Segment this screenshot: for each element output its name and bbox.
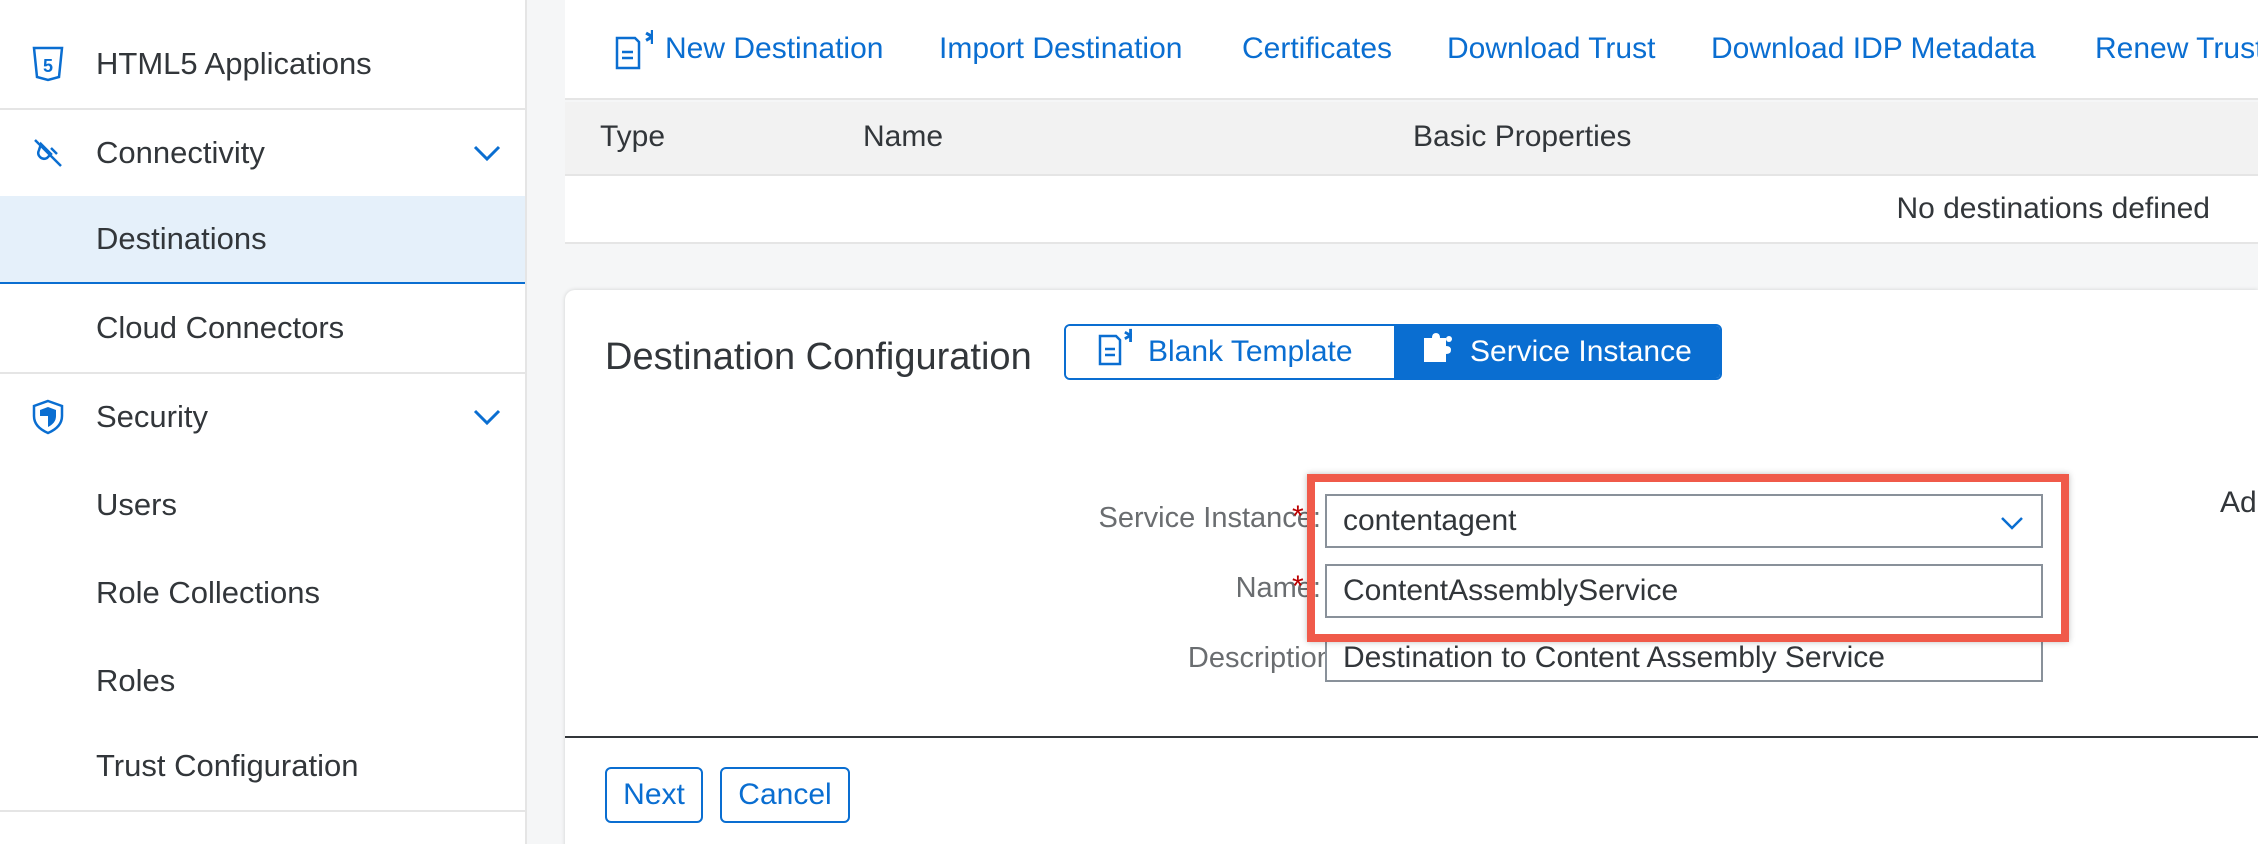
svg-text:✱: ✱ bbox=[644, 30, 653, 49]
sidebar-item-label: Users bbox=[96, 487, 177, 522]
panel-title: Destination Configuration bbox=[605, 336, 1032, 378]
svg-text:✱: ✱ bbox=[1123, 328, 1132, 347]
description-label: Description: bbox=[1187, 642, 1341, 674]
sidebar-item-label: Cloud Connectors bbox=[96, 310, 345, 345]
certificates-link[interactable]: Certificates bbox=[1242, 32, 1392, 66]
sidebar-item-security[interactable]: Security bbox=[0, 372, 525, 460]
column-header-basic-properties[interactable]: Basic Properties bbox=[1413, 120, 1631, 154]
sidebar-item-label: HTML5 Applications bbox=[96, 46, 372, 81]
service-instance-label: Service Instance bbox=[1470, 335, 1692, 368]
destinations-table-header: Type Name Basic Properties bbox=[565, 102, 2258, 176]
empty-table-message: No destinations defined bbox=[1896, 192, 2210, 225]
description-value: Destination to Content Assembly Service bbox=[1343, 641, 1885, 674]
download-idp-metadata-link[interactable]: Download IDP Metadata bbox=[1711, 32, 2036, 66]
column-header-type[interactable]: Type bbox=[600, 120, 665, 154]
service-instance-label: Service Instance: bbox=[1098, 502, 1321, 534]
renew-trust-link[interactable]: Renew Trust bbox=[2095, 32, 2258, 66]
svg-text:5: 5 bbox=[43, 56, 53, 76]
download-trust-link[interactable]: Download Trust bbox=[1447, 32, 1655, 66]
blank-template-label: Blank Template bbox=[1148, 335, 1353, 368]
shield-icon bbox=[30, 399, 66, 435]
destinations-table-body: No destinations defined bbox=[565, 176, 2258, 244]
required-marker: * bbox=[1292, 500, 1304, 533]
sidebar-item-partial bbox=[0, 810, 525, 844]
service-instance-value: contentagent bbox=[1343, 504, 1517, 537]
name-input[interactable]: ContentAssemblyService bbox=[1325, 564, 2043, 618]
import-destination-link[interactable]: Import Destination bbox=[939, 32, 1182, 66]
name-value: ContentAssemblyService bbox=[1343, 574, 1679, 607]
sidebar-item-connectivity[interactable]: Connectivity bbox=[0, 108, 525, 196]
blank-template-icon: ✱ bbox=[1096, 326, 1138, 376]
sidebar-item-roles[interactable]: Roles bbox=[0, 637, 525, 725]
chevron-down-icon[interactable] bbox=[469, 399, 505, 435]
next-button[interactable]: Next bbox=[605, 767, 703, 823]
sidebar-item-destinations[interactable]: Destinations bbox=[0, 196, 525, 284]
cancel-button[interactable]: Cancel bbox=[720, 767, 850, 823]
template-segmented-button: ✱ Blank Template Service Instance bbox=[1064, 324, 1722, 380]
destination-configuration-panel: Destination Configuration ✱ Blank Templa… bbox=[565, 290, 2258, 844]
blank-template-button[interactable]: ✱ Blank Template bbox=[1066, 326, 1394, 378]
sidebar-item-label: Security bbox=[96, 399, 208, 434]
chevron-down-icon[interactable] bbox=[1999, 510, 2025, 536]
sidebar-item-label: Role Collections bbox=[96, 575, 320, 610]
divider bbox=[565, 736, 2258, 738]
main-panel: ✱ New Destination Import Destination Cer… bbox=[565, 0, 2258, 844]
new-destination-link[interactable]: New Destination bbox=[665, 32, 883, 66]
sidebar-item-html5-applications[interactable]: 5 HTML5 Applications bbox=[0, 20, 525, 108]
description-input[interactable]: Destination to Content Assembly Service bbox=[1325, 634, 2043, 682]
service-puzzle-icon bbox=[1420, 330, 1456, 374]
sidebar-item-cloud-connectors[interactable]: Cloud Connectors bbox=[0, 284, 525, 372]
service-instance-button[interactable]: Service Instance bbox=[1394, 326, 1720, 378]
connectivity-icon bbox=[30, 135, 66, 171]
required-marker: * bbox=[1292, 570, 1304, 603]
partial-icon bbox=[30, 836, 66, 844]
sidebar-item-label: Connectivity bbox=[96, 135, 265, 170]
html5-icon: 5 bbox=[30, 46, 66, 82]
sidebar-item-users[interactable]: Users bbox=[0, 461, 525, 549]
new-document-icon[interactable]: ✱ bbox=[613, 25, 661, 72]
name-label: Name: bbox=[1235, 572, 1321, 604]
sidebar-item-label: Trust Configuration bbox=[96, 748, 359, 783]
sidebar-item-label: Destinations bbox=[96, 221, 267, 256]
sidebar-item-label: Roles bbox=[96, 663, 176, 698]
column-header-name[interactable]: Name bbox=[863, 120, 943, 154]
service-instance-select[interactable]: contentagent bbox=[1325, 494, 2043, 548]
destinations-toolbar: ✱ New Destination Import Destination Cer… bbox=[565, 0, 2258, 100]
chevron-down-icon[interactable] bbox=[469, 135, 505, 171]
sidebar-item-role-collections[interactable]: Role Collections bbox=[0, 549, 525, 637]
sidebar: 5 HTML5 Applications Connectivity Destin… bbox=[0, 0, 527, 844]
truncated-right-label: Ad bbox=[2220, 486, 2257, 519]
sidebar-item-trust-configuration[interactable]: Trust Configuration bbox=[0, 722, 525, 810]
